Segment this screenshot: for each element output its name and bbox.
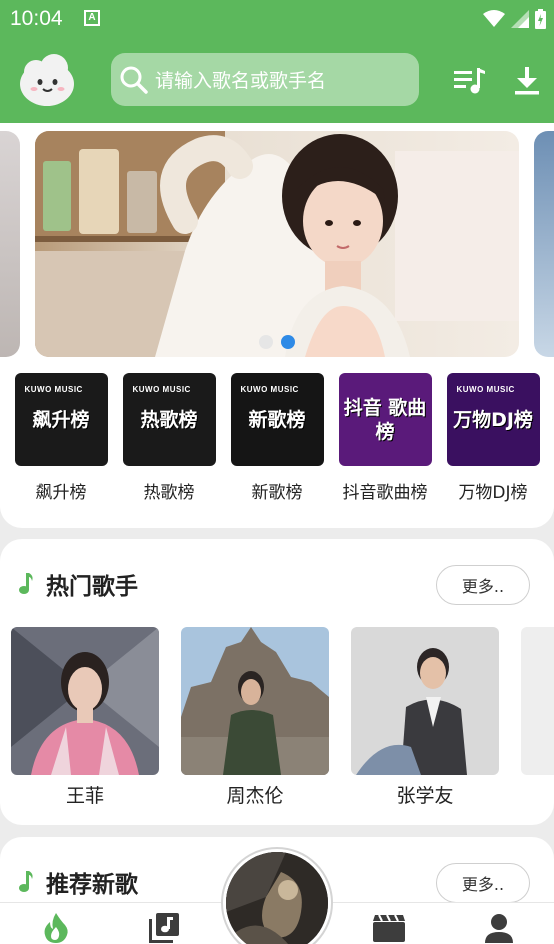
- more-songs-button[interactable]: 更多..: [436, 863, 530, 903]
- profile-icon: [485, 914, 513, 943]
- singer-item[interactable]: 王菲: [11, 627, 159, 808]
- chart-cover: KUWO MUSIC 新歌榜: [230, 373, 324, 466]
- singer-name: 张学友: [396, 785, 454, 807]
- chart-item[interactable]: KUWO MUSIC 热歌榜 热歌榜: [115, 373, 223, 503]
- banner-prev-peek[interactable]: [0, 131, 20, 357]
- wifi-icon: [483, 10, 505, 27]
- status-bar: 10:04 A: [0, 0, 554, 38]
- chart-item[interactable]: 抖音 歌曲榜抖音歌曲榜: [331, 373, 439, 503]
- banner-carousel[interactable]: [35, 131, 519, 357]
- music-note-icon: [19, 573, 33, 594]
- singer-item[interactable]: 张学友: [351, 627, 499, 808]
- singer-photo: [181, 627, 329, 775]
- chart-label: 热歌榜: [143, 483, 195, 503]
- singer-name: 周杰伦: [226, 785, 284, 807]
- chart-cover-title: 新歌榜: [248, 408, 306, 431]
- download-icon: [515, 67, 539, 95]
- chart-brand: KUWO MUSIC: [456, 385, 515, 394]
- chart-cover: 抖音 歌曲榜: [338, 373, 432, 466]
- chart-item[interactable]: KUWO MUSIC 新歌榜 新歌榜: [223, 373, 331, 503]
- nav-video[interactable]: [372, 913, 406, 943]
- banner-image: [35, 131, 519, 357]
- chart-cover-title: 抖音 歌曲榜: [343, 396, 427, 443]
- chart-brand: KUWO MUSIC: [132, 385, 191, 394]
- banner-dot[interactable]: [259, 335, 273, 349]
- search-icon: [120, 66, 148, 94]
- battery-icon: [535, 9, 546, 29]
- chart-brand: KUWO MUSIC: [24, 385, 83, 394]
- app-header: 10:04 A 请输入歌名或歌手名: [0, 0, 554, 123]
- signal-icon: [511, 10, 529, 28]
- chart-label: 新歌榜: [251, 483, 303, 503]
- more-singers-button[interactable]: 更多..: [436, 565, 530, 605]
- singer-photo: [11, 627, 159, 775]
- section-header: 热门歌手: [18, 567, 138, 601]
- hot-singers-card: 热门歌手 更多.. 王菲 周杰伦 张学友: [0, 539, 554, 825]
- chart-brand: KUWO MUSIC: [240, 385, 299, 394]
- chart-cover-title: 热歌榜: [140, 408, 198, 431]
- cloud-mascot-logo[interactable]: [18, 52, 76, 108]
- chart-cover: KUWO MUSIC 飙升榜: [14, 373, 108, 466]
- search-input[interactable]: 请输入歌名或歌手名: [111, 53, 419, 106]
- video-icon: [373, 914, 405, 942]
- banner-dot-active[interactable]: [281, 335, 295, 349]
- singer-item[interactable]: 周杰伦: [181, 627, 329, 808]
- search-placeholder: 请输入歌名或歌手名: [155, 70, 327, 92]
- chart-list: KUWO MUSIC 飙升榜 飙升榜 KUWO MUSIC 热歌榜 热歌榜 KUWO MUS…: [0, 373, 554, 503]
- chart-label: 飙升榜: [35, 483, 87, 503]
- music-library-icon: [149, 913, 179, 943]
- chart-item[interactable]: KUWO MUSIC 万物DJ榜 万物DJ榜: [439, 373, 547, 503]
- section-title: 推荐新歌: [46, 872, 138, 898]
- music-note-icon: [19, 871, 33, 892]
- nav-home[interactable]: [39, 913, 73, 943]
- flame-icon: [44, 913, 68, 943]
- nav-library[interactable]: [147, 913, 181, 943]
- nav-profile[interactable]: [482, 913, 516, 943]
- notification-badge-icon: A: [84, 10, 100, 26]
- playlist-icon: [454, 68, 485, 94]
- chart-item[interactable]: KUWO MUSIC 飙升榜 飙升榜: [7, 373, 115, 503]
- section-header: 推荐新歌: [18, 865, 138, 899]
- download-button[interactable]: [510, 64, 544, 98]
- playlist-button[interactable]: [453, 64, 487, 98]
- banner-next-peek[interactable]: [534, 131, 554, 357]
- chart-cover: KUWO MUSIC 万物DJ榜: [446, 373, 540, 466]
- chart-cover-title: 飙升榜: [32, 408, 90, 431]
- chart-cover-title: 万物DJ榜: [453, 408, 533, 431]
- chart-label: 抖音歌曲榜: [342, 483, 428, 503]
- singer-list: 王菲 周杰伦 张学友: [11, 627, 499, 808]
- chart-cover: KUWO MUSIC 热歌榜: [122, 373, 216, 466]
- singer-peek[interactable]: [521, 627, 554, 775]
- chart-label: 万物DJ榜: [458, 483, 528, 503]
- status-time: 10:04: [10, 7, 63, 30]
- singer-name: 王菲: [65, 785, 104, 807]
- discover-card: KUWO MUSIC 飙升榜 飙升榜 KUWO MUSIC 热歌榜 热歌榜 KUWO MUS…: [0, 123, 554, 528]
- banner-indicator: [35, 335, 519, 349]
- singer-photo: [351, 627, 499, 775]
- status-icons: [483, 9, 546, 29]
- album-art: [226, 852, 328, 944]
- section-title: 热门歌手: [46, 574, 138, 600]
